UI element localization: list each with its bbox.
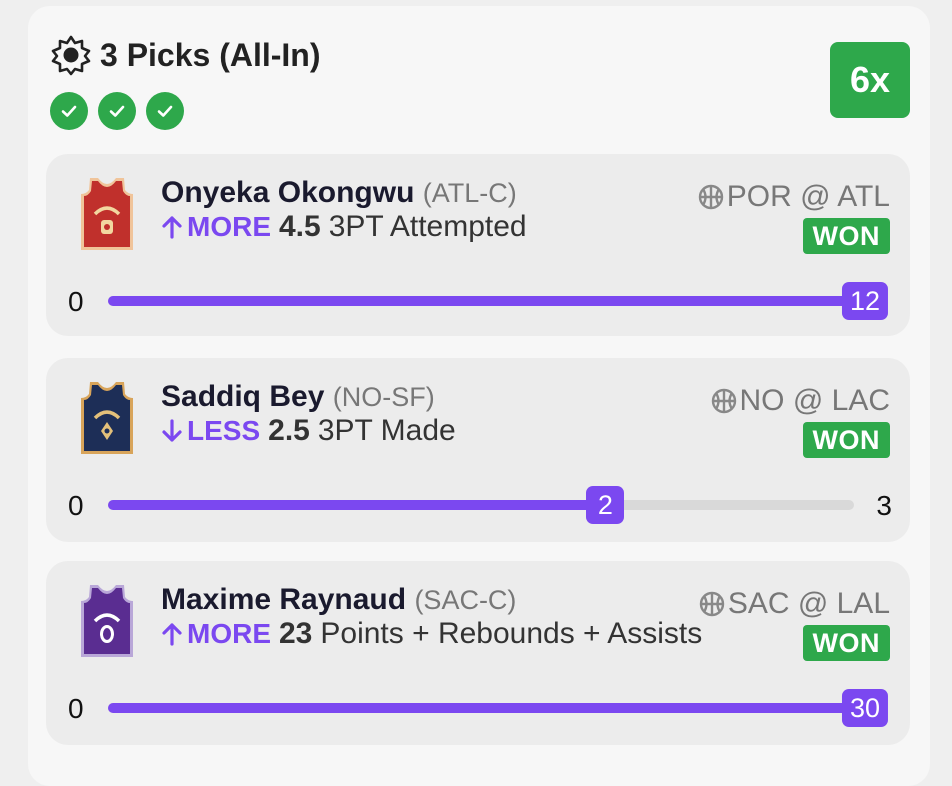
entry-title-text: 3 Picks (All-In) xyxy=(100,36,321,73)
player-line: Maxime Raynaud (SAC-C) xyxy=(161,583,516,617)
pick-card[interactable]: Onyeka Okongwu (ATL-C) MORE 4.5 3PT Atte… xyxy=(46,154,910,336)
player-line: Onyeka Okongwu (ATL-C) xyxy=(161,176,517,210)
check-icon xyxy=(146,92,184,130)
progress-track: 12 xyxy=(108,282,889,320)
arrow-down-icon xyxy=(162,419,182,442)
won-badge: WON xyxy=(802,422,890,458)
player-team: (ATL-C) xyxy=(422,178,517,208)
stat-line: MORE 4.5 3PT Attempted xyxy=(161,210,527,244)
atl-jersey-icon xyxy=(81,178,133,250)
progress-min: 0 xyxy=(68,490,84,521)
basketball-icon xyxy=(698,184,723,210)
leg-status-checks xyxy=(50,92,321,130)
payout-multiplier-badge: 6x xyxy=(830,42,910,118)
matchup: POR @ ATL xyxy=(697,180,890,214)
progress-max: 3 xyxy=(876,490,892,521)
player-name: Saddiq Bey xyxy=(161,380,325,413)
pick-direction: LESS xyxy=(161,415,260,447)
progress-value: 12 xyxy=(841,282,889,320)
line-value: 23 xyxy=(279,617,313,650)
sac-jersey-icon xyxy=(81,585,133,657)
won-badge: WON xyxy=(802,218,890,254)
entry-header: 3 Picks (All-In) xyxy=(50,34,321,130)
pick-direction: MORE xyxy=(161,211,271,243)
sun-icon xyxy=(51,35,91,76)
entry-card: 3 Picks (All-In) 6x Onyeka Okongwu (ATL-… xyxy=(28,6,930,786)
player-line: Saddiq Bey (NO-SF) xyxy=(161,380,435,414)
progress-track: 30 xyxy=(108,689,889,727)
direction-label: LESS xyxy=(187,415,261,446)
pick-card[interactable]: Saddiq Bey (NO-SF) LESS 2.5 3PT Made NO … xyxy=(46,358,910,542)
basketball-icon xyxy=(699,591,725,617)
progress-value: 30 xyxy=(841,689,889,727)
line-value: 2.5 xyxy=(268,414,310,447)
stat-line: MORE 23 Points + Rebounds + Assists xyxy=(161,617,702,651)
direction-label: MORE xyxy=(187,211,271,242)
progress-fill xyxy=(108,296,884,306)
stat-name: 3PT Attempted xyxy=(328,210,527,243)
progress-value: 2 xyxy=(586,486,625,524)
entry-title: 3 Picks (All-In) xyxy=(50,34,321,76)
progress-min: 0 xyxy=(68,693,84,724)
pick-direction: MORE xyxy=(161,618,271,650)
check-icon xyxy=(50,92,88,130)
player-team: (SAC-C) xyxy=(414,585,517,615)
line-value: 4.5 xyxy=(279,210,321,243)
progress-fill xyxy=(108,703,884,713)
matchup-text: POR @ ATL xyxy=(726,180,890,213)
matchup: NO @ LAC xyxy=(710,384,890,418)
matchup: SAC @ LAL xyxy=(698,587,890,621)
progress-track: 2 xyxy=(108,486,854,524)
pick-card[interactable]: Maxime Raynaud (SAC-C) MORE 23 Points + … xyxy=(46,561,910,745)
stat-name: Points + Rebounds + Assists xyxy=(320,617,703,650)
player-name: Maxime Raynaud xyxy=(161,583,407,616)
won-badge: WON xyxy=(802,625,890,661)
direction-label: MORE xyxy=(187,618,271,649)
basketball-icon xyxy=(711,388,736,414)
matchup-text: NO @ LAC xyxy=(739,384,890,417)
progress-min: 0 xyxy=(68,286,84,317)
player-name: Onyeka Okongwu xyxy=(161,176,415,209)
progress-fill xyxy=(108,500,606,510)
arrow-up-icon xyxy=(162,216,182,239)
player-team: (NO-SF) xyxy=(332,382,435,412)
arrow-up-icon xyxy=(162,623,182,646)
stat-name: 3PT Made xyxy=(317,414,456,447)
matchup-text: SAC @ LAL xyxy=(727,587,890,620)
stat-line: LESS 2.5 3PT Made xyxy=(161,414,456,448)
check-icon xyxy=(98,92,136,130)
no-jersey-icon xyxy=(81,382,133,454)
